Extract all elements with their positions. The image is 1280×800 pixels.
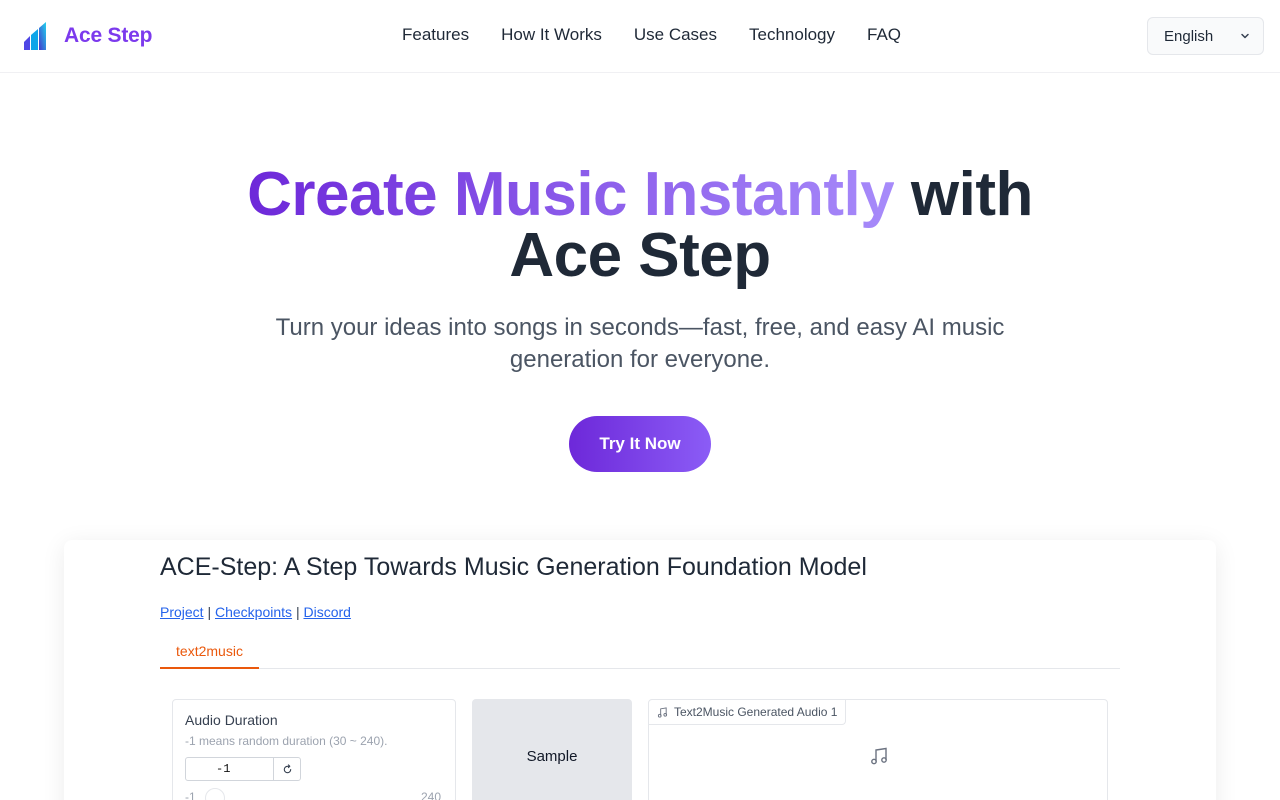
sample-button[interactable]: Sample <box>472 699 632 800</box>
audio-duration-panel: Audio Duration -1 means random duration … <box>172 699 456 800</box>
music-note-icon <box>657 706 668 718</box>
duration-slider-thumb[interactable] <box>205 788 225 800</box>
main-nav: Features How It Works Use Cases Technolo… <box>402 25 901 45</box>
brand-logo-icon <box>24 22 46 50</box>
generated-audio-panel: Text2Music Generated Audio 1 <box>648 699 1108 800</box>
reset-button[interactable] <box>273 757 301 781</box>
nav-link-use-cases[interactable]: Use Cases <box>634 25 717 45</box>
audio-duration-info: -1 means random duration (30 ~ 240). <box>185 734 388 748</box>
brand-name: Ace Step <box>64 24 153 47</box>
audio-duration-input[interactable]: -1 <box>185 757 274 781</box>
app-title: ACE-Step: A Step Towards Music Generatio… <box>160 553 867 581</box>
reset-icon <box>283 763 291 773</box>
hero-title-highlight: Create Music Instantly <box>247 160 895 229</box>
top-navbar: Ace Step Features How It Works Use Cases… <box>0 0 1280 73</box>
project-link[interactable]: Project <box>160 604 204 620</box>
tab-text2music[interactable]: text2music <box>160 643 259 669</box>
brand-home-link[interactable]: Ace Step <box>24 22 152 50</box>
language-select-value: English <box>1164 27 1214 45</box>
audio-duration-label: Audio Duration <box>185 712 278 728</box>
checkpoints-link[interactable]: Checkpoints <box>215 604 292 620</box>
app-links-row: Project | Checkpoints | Discord <box>160 604 351 620</box>
generated-audio-label-text: Text2Music Generated Audio 1 <box>674 705 838 719</box>
try-it-now-button[interactable]: Try It Now <box>569 416 711 472</box>
discord-link[interactable]: Discord <box>303 604 350 620</box>
duration-slider-min: -1 <box>185 790 196 800</box>
music-note-icon <box>871 747 887 765</box>
hero-title: Create Music Instantly with Ace Step <box>0 164 1280 287</box>
duration-slider-max: 240 <box>420 790 441 800</box>
link-separator: | <box>207 604 212 620</box>
generated-audio-label: Text2Music Generated Audio 1 <box>649 700 847 725</box>
link-separator: | <box>295 604 300 620</box>
nav-link-faq[interactable]: FAQ <box>867 25 901 45</box>
hero-subtitle: Turn your ideas into songs in seconds—fa… <box>275 314 1005 373</box>
tabs-divider <box>160 668 1120 669</box>
hero-title-brand: Ace Step <box>509 221 771 290</box>
hero-title-with: with <box>910 160 1033 229</box>
nav-link-technology[interactable]: Technology <box>749 25 835 45</box>
chevron-down-icon <box>1241 33 1249 39</box>
language-select[interactable]: English <box>1147 17 1264 55</box>
nav-link-how-it-works[interactable]: How It Works <box>501 25 602 45</box>
nav-link-features[interactable]: Features <box>402 25 469 45</box>
